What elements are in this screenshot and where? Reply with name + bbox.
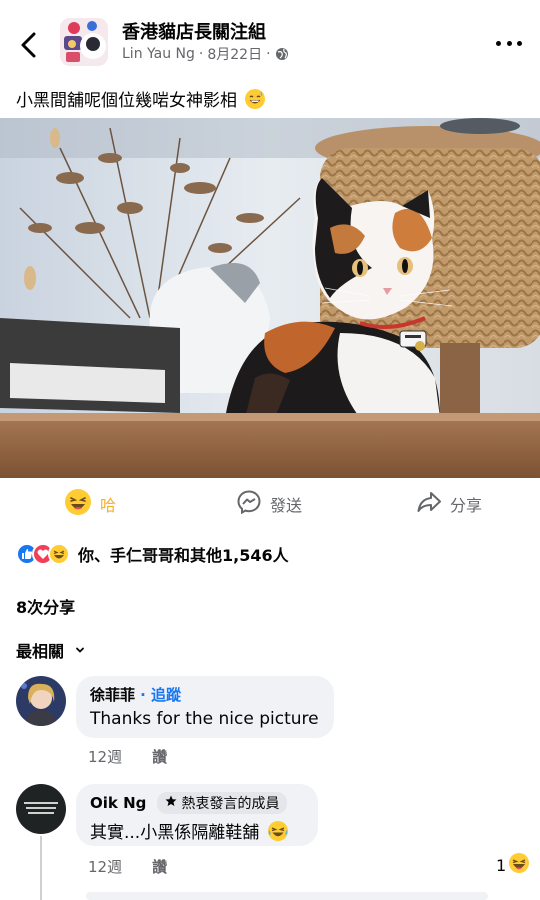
send-label: 發送: [270, 496, 303, 515]
group-name[interactable]: 香港貓店長關注組: [122, 18, 266, 44]
post-photo-cat[interactable]: [0, 118, 540, 478]
comment-bubble[interactable]: Oik Ng 熱衷發言的成員 其實...小黑係隔離鞋舖: [76, 784, 318, 846]
meta-separator: ·: [266, 46, 271, 62]
grinning-sweat-emoji-icon: [244, 88, 266, 110]
avatar[interactable]: [16, 676, 66, 726]
tears-of-joy-emoji-icon: [267, 820, 289, 842]
sort-label: 最相關: [16, 642, 65, 661]
comment-reaction-count[interactable]: 1: [496, 852, 530, 878]
comment-meta: 12週 讚: [88, 856, 167, 877]
messenger-icon: [236, 489, 262, 519]
send-button[interactable]: 發送: [236, 484, 302, 524]
comment-text: 其實...小黑係隔離鞋舖: [90, 818, 304, 843]
comment-time[interactable]: 12週: [88, 746, 122, 767]
reaction-icons: [16, 543, 70, 565]
post-header: 香港貓店長關注組 Lin Yau Ng · 8月22日 ·: [0, 0, 540, 76]
haha-emoji-icon: [64, 488, 92, 520]
chevron-down-icon: [74, 641, 86, 660]
caption-text: 小黑間舖呢個位幾啱女神影相: [16, 91, 237, 111]
comment-like-button[interactable]: 讚: [152, 746, 167, 767]
author-name[interactable]: Lin Yau Ng: [122, 46, 195, 62]
share-count[interactable]: 8次分享: [16, 594, 75, 618]
reactions-summary[interactable]: 你、手仁哥哥和其他1,546人: [16, 540, 289, 568]
haha-reaction-button[interactable]: 哈: [64, 484, 116, 524]
post-caption: 小黑間舖呢個位幾啱女神影相: [16, 86, 266, 111]
comment-time[interactable]: 12週: [88, 856, 122, 877]
post-meta: Lin Yau Ng · 8月22日 ·: [122, 44, 289, 64]
avatar[interactable]: [16, 784, 66, 834]
comment-bubble[interactable]: 徐菲菲 · 追蹤 Thanks for the nice picture: [76, 676, 334, 738]
comment-text: Thanks for the nice picture: [90, 709, 319, 729]
more-icon[interactable]: [496, 30, 522, 56]
commenter-name[interactable]: 徐菲菲: [90, 686, 135, 704]
comment-sort-dropdown[interactable]: 最相關: [16, 638, 86, 662]
member-badge: 熱衷發言的成員: [157, 792, 288, 814]
reply-preview[interactable]: [86, 892, 488, 900]
thread-line: [40, 836, 42, 900]
haha-emoji-icon: [508, 852, 530, 878]
post-action-bar: 哈 發送 分享: [0, 484, 540, 524]
share-arrow-icon: [416, 489, 442, 519]
haha-reaction-icon: [48, 543, 70, 565]
comment-like-button[interactable]: 讚: [152, 856, 167, 877]
share-button[interactable]: 分享: [416, 484, 482, 524]
share-label: 分享: [450, 496, 483, 515]
commenter-name[interactable]: Oik Ng: [90, 794, 146, 812]
post-date[interactable]: 8月22日: [207, 44, 262, 64]
haha-label: 哈: [100, 496, 117, 515]
follow-link[interactable]: · 追蹤: [140, 686, 181, 704]
star-icon: [165, 795, 177, 811]
back-arrow-icon[interactable]: [16, 30, 44, 60]
group-avatar[interactable]: [60, 18, 108, 66]
comment-meta: 12週 讚: [88, 746, 167, 767]
reactions-text[interactable]: 你、手仁哥哥和其他1,546人: [78, 542, 289, 566]
meta-separator: ·: [198, 46, 204, 62]
globe-icon: [275, 47, 289, 61]
